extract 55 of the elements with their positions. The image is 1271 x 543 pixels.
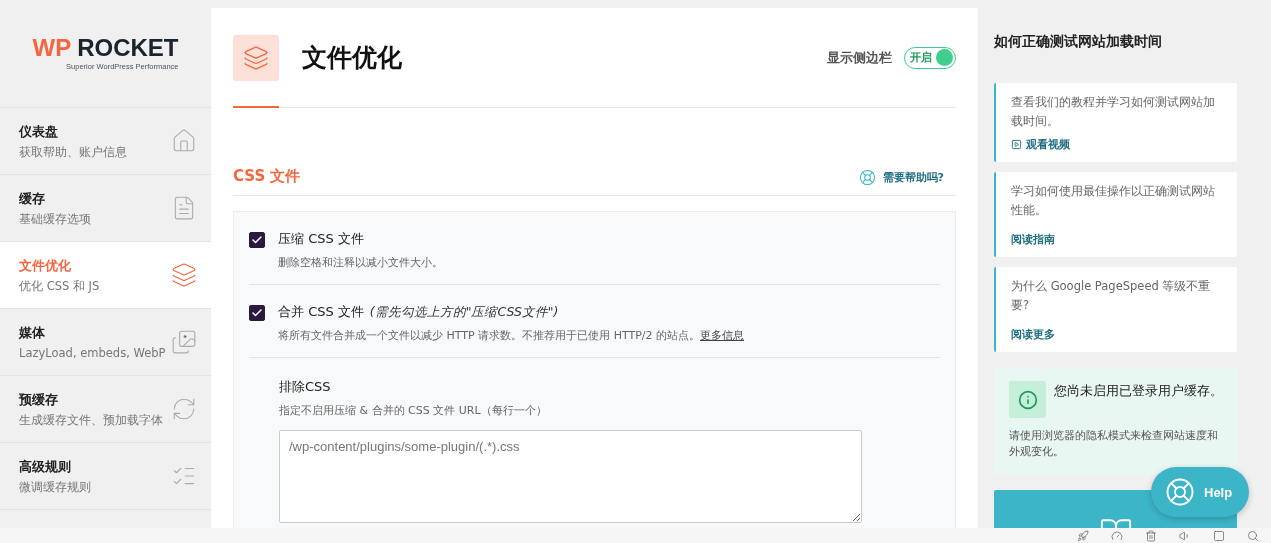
page-title: 文件优化 xyxy=(302,42,403,74)
tip-text: 查看我们的教程并学习如何测试网站加载时间。 xyxy=(1011,94,1216,130)
checkbox[interactable] xyxy=(249,232,265,248)
tip-text: 为什么 Google PageSpeed 等级不重要? xyxy=(1011,278,1212,314)
sidebar-item-title: 仪表盘 xyxy=(19,122,59,141)
tip-link[interactable]: 观看视频 xyxy=(1011,137,1070,152)
panel-title: 如何正确测试网站加载时间 xyxy=(994,33,1163,51)
speaker-icon[interactable] xyxy=(1179,529,1191,542)
sidebar-item[interactable]: 文件优化 优化 CSS 和 JS xyxy=(0,242,211,309)
video-icon xyxy=(1011,139,1022,150)
lifebuoy-icon xyxy=(1165,477,1195,507)
rocket-icon[interactable] xyxy=(1077,529,1089,542)
input-field[interactable]: /wp-content/plugins/some-plugin/(.*).css xyxy=(279,430,862,523)
gauge-icon[interactable] xyxy=(1111,529,1123,542)
more-info-link[interactable]: 更多信息 xyxy=(700,329,744,342)
sidebar-item-title: 媒体 xyxy=(19,324,46,342)
square-icon[interactable] xyxy=(1213,529,1225,542)
toggle-label: 显示侧边栏 xyxy=(827,48,892,67)
check-icon xyxy=(251,234,263,246)
sidebar-item-title: 预缓存 xyxy=(19,390,59,409)
option-label: 合并 CSS 文件 xyxy=(278,303,364,321)
trash-icon[interactable] xyxy=(1145,529,1157,542)
option-label: 压缩 CSS 文件 xyxy=(278,230,364,248)
sidebar-item-subtitle: LazyLoad, embeds, WebP xyxy=(19,346,166,360)
sidebar-item-subtitle: 基础缓存选项 xyxy=(19,211,91,227)
layers-icon xyxy=(233,34,279,81)
refresh-icon xyxy=(171,396,197,422)
sidebar-item-title: 缓存 xyxy=(19,189,46,208)
layers-icon xyxy=(171,262,197,288)
notice-title: 您尚未启用已登录用户缓存。 xyxy=(1054,382,1223,400)
images-icon xyxy=(171,329,197,355)
sidebar-item-subtitle: 优化 CSS 和 JS xyxy=(19,278,100,294)
section-title: CSS 文件 xyxy=(233,167,301,186)
option-description: 将所有文件合并成一个文件以减少 HTTP 请求数。不推荐用于已使用 HTTP/2 的站点。更多信息 xyxy=(278,328,744,343)
tip-text: 学习如何使用最佳操作以正确测试网站性能。 xyxy=(1011,183,1216,219)
info-icon xyxy=(1009,381,1046,418)
search-icon[interactable] xyxy=(1247,529,1259,542)
lifebuoy-icon xyxy=(858,169,876,186)
sidebar-item-subtitle: 获取帮助、账户信息 xyxy=(19,144,127,160)
notice-text: 请使用浏览器的隐私模式来检查网站速度和外观变化。 xyxy=(1009,428,1219,460)
home-icon xyxy=(171,128,197,154)
option-description: 删除空格和注释以减小文件大小。 xyxy=(278,255,443,270)
tip-link[interactable]: 阅读指南 xyxy=(1011,232,1055,247)
option-note: (需先勾选上方的"压缩CSS文件") xyxy=(369,304,559,321)
tip-link[interactable]: 阅读更多 xyxy=(1011,327,1055,342)
sidebar-item-subtitle: 微调缓存规则 xyxy=(19,479,91,495)
field-label: 排除CSS xyxy=(279,378,332,396)
sidebar-item-subtitle: 生成缓存文件、预加载字体 xyxy=(19,412,163,428)
sidebar-item-title: 文件优化 xyxy=(19,256,72,275)
field-description: 指定不启用压缩 & 合并的 CSS 文件 URL（每行一个） xyxy=(279,403,548,418)
sidebar-item-title: 高级规则 xyxy=(19,457,72,476)
checkbox[interactable] xyxy=(249,305,265,321)
check-icon xyxy=(251,307,263,319)
help-link[interactable]: 需要帮助吗? xyxy=(858,169,944,186)
sidebar-toggle[interactable]: 开启 xyxy=(904,46,956,69)
